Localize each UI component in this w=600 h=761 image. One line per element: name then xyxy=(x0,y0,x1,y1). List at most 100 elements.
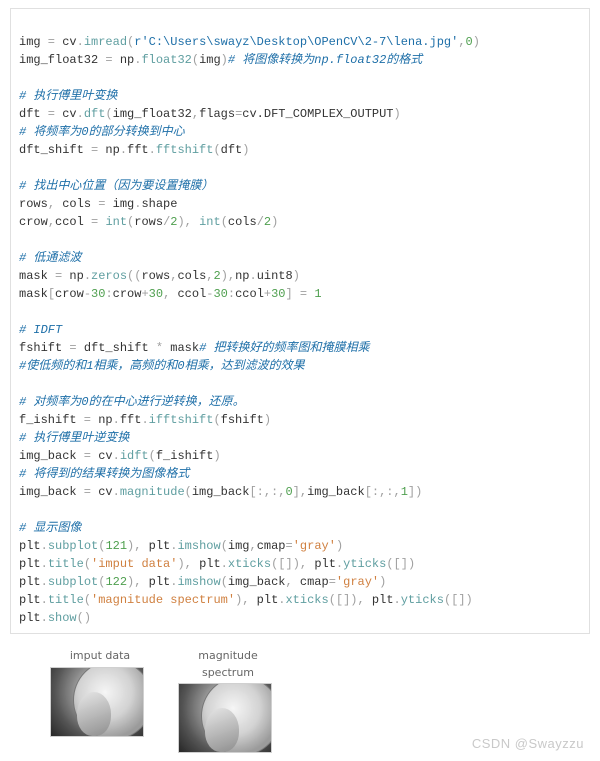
token: [:,:, xyxy=(365,485,401,499)
token: img_float32 xyxy=(19,53,98,67)
token: cv xyxy=(98,449,112,463)
token: yticks xyxy=(401,593,444,607)
token: 122 xyxy=(105,575,127,589)
token: - xyxy=(84,287,91,301)
token: idft xyxy=(120,449,149,463)
token: fft xyxy=(127,143,149,157)
token: 30 xyxy=(149,287,163,301)
token: ) xyxy=(177,557,184,571)
token: . xyxy=(120,143,127,157)
token: ] xyxy=(293,485,300,499)
code-block: img = cv.imread(r'C:\Users\swayz\Desktop… xyxy=(10,8,590,634)
token: , xyxy=(228,269,235,283)
token: cv.DFT_COMPLEX_OUTPUT xyxy=(242,107,393,121)
token: . xyxy=(221,557,228,571)
token: = xyxy=(62,341,84,355)
token: dft xyxy=(84,107,106,121)
token: = xyxy=(293,287,315,301)
token: . xyxy=(113,413,120,427)
token: , xyxy=(458,35,465,49)
token: xticks xyxy=(285,593,328,607)
token: fshift xyxy=(221,413,264,427)
token: , xyxy=(134,575,148,589)
token: plt xyxy=(149,539,171,553)
token: ( xyxy=(192,53,199,67)
token: . xyxy=(113,449,120,463)
token: uint8 xyxy=(257,269,293,283)
token: img_back xyxy=(307,485,365,499)
token: . xyxy=(84,269,91,283)
token: ccol xyxy=(235,287,264,301)
token: ) xyxy=(293,269,300,283)
token: 0 xyxy=(466,35,473,49)
token: = xyxy=(91,197,113,211)
comment: # 执行傅里叶逆变换 xyxy=(19,431,129,445)
token: mask xyxy=(19,287,48,301)
token: , xyxy=(134,539,148,553)
token: 30 xyxy=(271,287,285,301)
token: . xyxy=(149,143,156,157)
token: . xyxy=(41,539,48,553)
token: . xyxy=(41,575,48,589)
token: : xyxy=(105,287,112,301)
comment: # IDFT xyxy=(19,323,62,337)
token: ) xyxy=(213,449,220,463)
token: imread xyxy=(84,35,127,49)
token: xticks xyxy=(228,557,271,571)
token: , xyxy=(300,485,307,499)
token: , xyxy=(48,215,55,229)
token: show xyxy=(48,611,77,625)
token: [ xyxy=(48,287,55,301)
token: cols xyxy=(177,269,206,283)
token: f_ishift xyxy=(19,413,77,427)
token: title xyxy=(48,593,84,607)
token: = xyxy=(77,413,99,427)
token: cv xyxy=(62,35,76,49)
token: ) xyxy=(221,53,228,67)
token: 'magnitude spectrum' xyxy=(91,593,235,607)
token: img_float32 xyxy=(113,107,192,121)
token: crow xyxy=(55,287,84,301)
token: zeros xyxy=(91,269,127,283)
token: 121 xyxy=(105,539,127,553)
token: img xyxy=(113,197,135,211)
token: dft xyxy=(19,107,41,121)
token: = xyxy=(84,215,106,229)
token: 2 xyxy=(213,269,220,283)
token: dft_shift xyxy=(84,341,149,355)
token: np xyxy=(98,413,112,427)
comment: # 把转换好的频率图和掩膜相乘 xyxy=(199,341,369,355)
token: rows xyxy=(141,269,170,283)
watermark: CSDN @Swayzzu xyxy=(472,734,584,754)
comment: # 执行傅里叶变换 xyxy=(19,89,117,103)
token: . xyxy=(77,35,84,49)
comment: #使低频的和1相乘，高频的和0相乘，达到滤波的效果 xyxy=(19,359,305,373)
plot-left: imput data xyxy=(50,648,150,753)
token: 'gray' xyxy=(336,575,379,589)
token: = xyxy=(98,53,120,67)
token: ) xyxy=(415,485,422,499)
token: flags xyxy=(199,107,235,121)
token: (( xyxy=(127,269,141,283)
lena-image-icon xyxy=(178,683,272,753)
comment: # 显示图像 xyxy=(19,521,81,535)
token: . xyxy=(141,413,148,427)
token: . xyxy=(41,593,48,607)
token: img_back xyxy=(19,449,77,463)
token: : xyxy=(228,287,235,301)
token: 1 xyxy=(401,485,408,499)
token: , xyxy=(300,557,314,571)
token: img xyxy=(199,53,221,67)
token: plt xyxy=(314,557,336,571)
token: ([]) xyxy=(329,593,358,607)
token: ccol xyxy=(177,287,206,301)
token: mask xyxy=(170,341,199,355)
comment: # 找出中心位置（因为要设置掩膜） xyxy=(19,179,213,193)
token: subplot xyxy=(48,575,98,589)
token: plt xyxy=(19,539,41,553)
token: ([]) xyxy=(444,593,473,607)
token: , xyxy=(163,287,177,301)
token: ) xyxy=(336,539,343,553)
token: , xyxy=(192,107,199,121)
token: ([]) xyxy=(271,557,300,571)
